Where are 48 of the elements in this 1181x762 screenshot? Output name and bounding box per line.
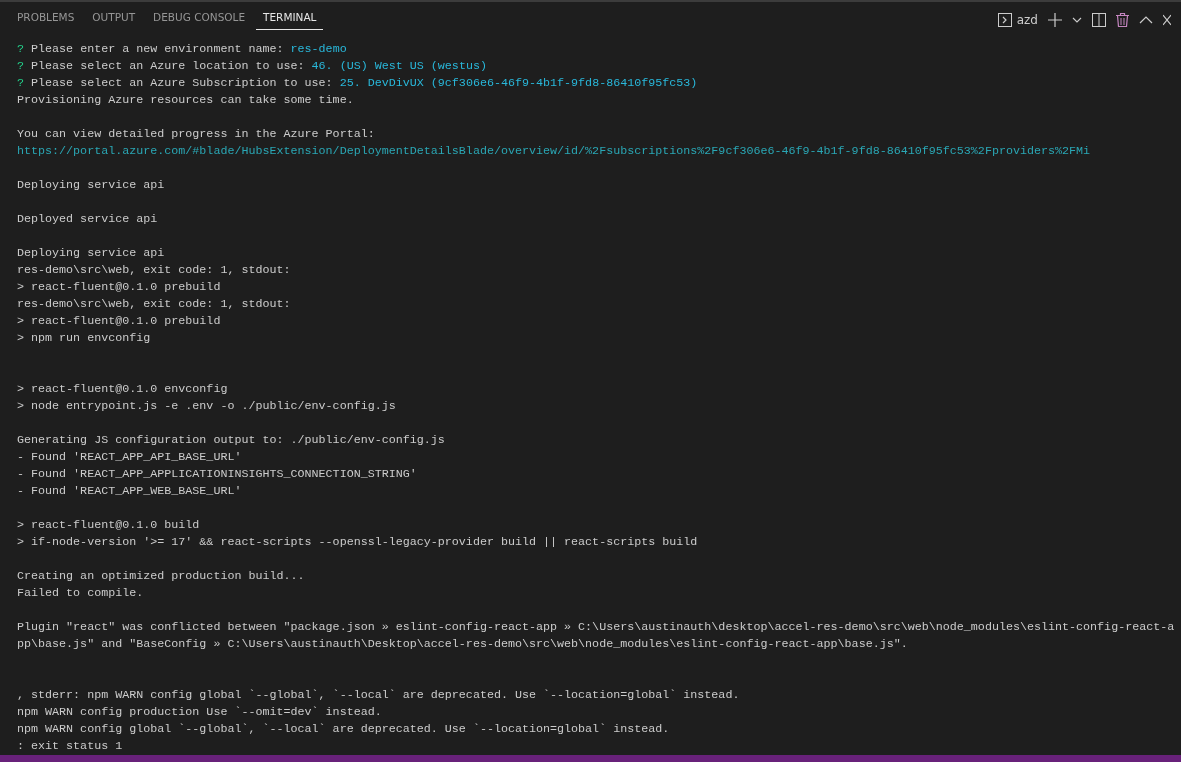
terminal-line: Deploying service api	[17, 178, 165, 192]
terminal-selector[interactable]: azd	[997, 13, 1038, 27]
prompt-mark: ?	[17, 42, 24, 56]
terminal-line: > react-fluent@0.1.0 prebuild	[17, 280, 221, 294]
terminal-line: - Found 'REACT_APP_WEB_BASE_URL'	[17, 484, 242, 498]
add-icon[interactable]	[1048, 13, 1062, 27]
terminal-line: > react-fluent@0.1.0 build	[17, 518, 200, 532]
panel-tab[interactable]: DEBUG CONSOLE	[146, 2, 253, 30]
terminal-line: Failed to compile.	[17, 586, 144, 600]
terminal-line: You can view detailed progress in the Azure Portal:	[17, 127, 375, 141]
panel-tab[interactable]: OUTPUT	[85, 2, 143, 30]
prompt-answer: res-demo	[290, 42, 347, 56]
terminal-icon	[997, 13, 1012, 27]
chevron-up-icon[interactable]	[1139, 16, 1153, 24]
panel-tab[interactable]: TERMINAL	[256, 2, 324, 30]
prompt-text: Please enter a new environment name:	[31, 42, 284, 56]
terminal-line: Deployed service api	[17, 212, 158, 226]
prompt-answer: 46. (US) West US (westus)	[311, 59, 487, 73]
prompt-text: Please select an Azure Subscription to use:	[31, 76, 333, 90]
terminal-line: , stderr: npm WARN config global `--global`, `--local` are deprecated. Use `--location=global` instead.	[17, 688, 740, 702]
terminal-line: res-demo\src\web, exit code: 1, stdout:	[17, 263, 291, 277]
split-icon[interactable]	[1092, 13, 1106, 27]
terminal-line: npm WARN config production Use `--omit=dev` instead.	[17, 705, 382, 719]
terminal-line: - Found 'REACT_APP_APPLICATIONINSIGHTS_CONNECTION_STRING'	[17, 467, 417, 481]
terminal-line: Generating JS configuration output to: ./public/env-config.js	[17, 433, 445, 447]
close-icon[interactable]	[1163, 14, 1171, 26]
terminal-line: pp\base.js" and "BaseConfig » C:\Users\austinauth\Desktop\accel-res-demo\src\web\node_modules\eslint-config-react-app\base.js".	[17, 637, 908, 651]
terminal-line: > react-fluent@0.1.0 prebuild	[17, 314, 221, 328]
terminal-line: : exit status 1	[17, 739, 123, 753]
terminal-line: > node entrypoint.js -e .env -o ./public/env-config.js	[17, 399, 396, 413]
prompt-text: Please select an Azure location to use:	[31, 59, 305, 73]
terminal-line: Provisioning Azure resources can take some time.	[17, 93, 354, 107]
trash-icon[interactable]	[1116, 13, 1129, 27]
terminal-line: res-demo\src\web, exit code: 1, stdout:	[17, 297, 291, 311]
terminal-line: - Found 'REACT_APP_API_BASE_URL'	[17, 450, 242, 464]
portal-link[interactable]: https://portal.azure.com/#blade/HubsExtension/DeploymentDetailsBlade/overview/id/%2Fsubscriptions%2F9cf306e6-46f9-4b1f-9fd8-86410f95fc53%2Fproviders%2FMi	[17, 144, 1091, 158]
prompt-answer: 25. DevDivUX (9cf306e6-46f9-4b1f-9fd8-86410f95fc53)	[339, 76, 698, 90]
terminal-line: Creating an optimized production build...	[17, 569, 305, 583]
chevron-down-icon[interactable]	[1072, 17, 1082, 23]
terminal-line: > npm run envconfig	[17, 331, 151, 345]
prompt-mark: ?	[17, 59, 24, 73]
terminal-line: npm WARN config global `--global`, `--local` are deprecated. Use `--location=global` instead.	[17, 722, 670, 736]
prompt-mark: ?	[17, 76, 24, 90]
panel-tab[interactable]: PROBLEMS	[10, 2, 82, 30]
terminal-line: Deploying service api	[17, 246, 165, 260]
terminal-line: Plugin "react" was conflicted between "package.json » eslint-config-react-app » C:\Users\austinauth\desktop\accel-res-demo\src\web\node_modules\eslint-config-react-a	[17, 620, 1175, 634]
terminal-line: > react-fluent@0.1.0 envconfig	[17, 382, 228, 396]
terminal-line: > if-node-version '>= 17' && react-scripts --openssl-legacy-provider build || react-scripts build	[17, 535, 698, 549]
